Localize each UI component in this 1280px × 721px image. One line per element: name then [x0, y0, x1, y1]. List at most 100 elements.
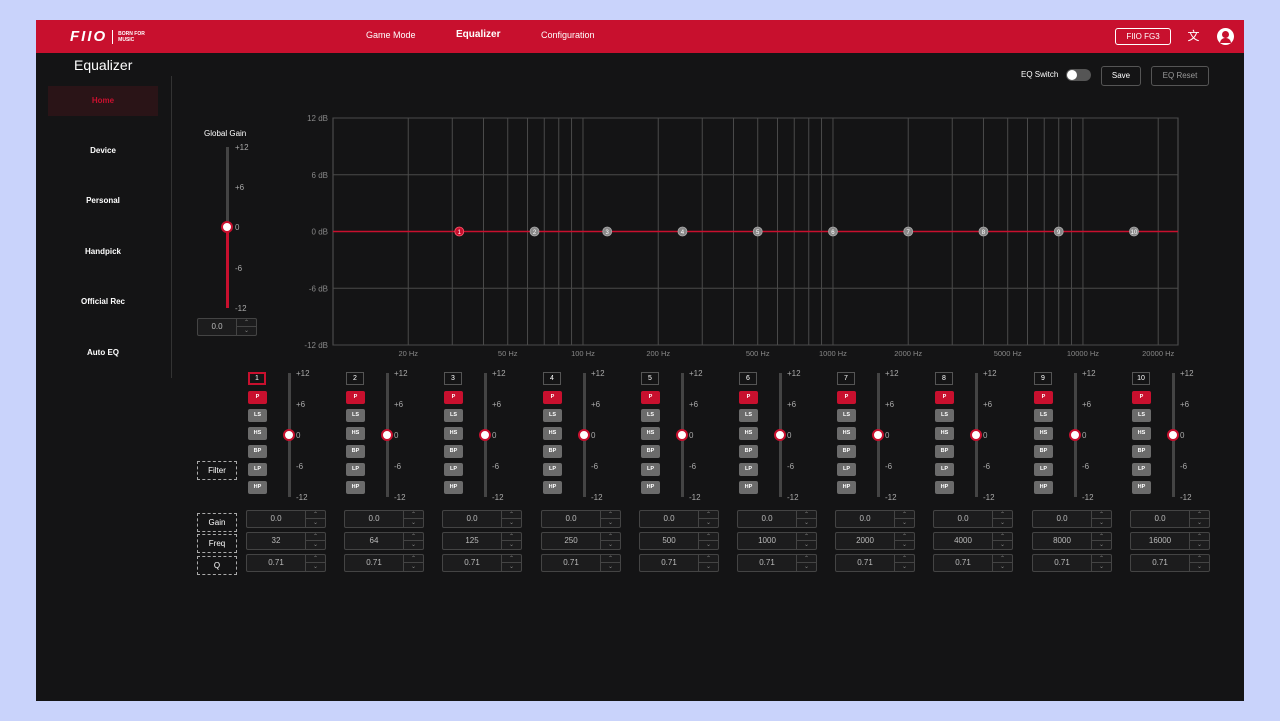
- spin-up-icon[interactable]: ⌃: [404, 533, 423, 541]
- band-gain-slider-thumb[interactable]: [1167, 429, 1179, 441]
- spin-up-icon[interactable]: ⌃: [1190, 511, 1209, 519]
- filter-hp-button[interactable]: HP: [739, 481, 758, 494]
- spin-up-icon[interactable]: ⌃: [993, 533, 1012, 541]
- spin-up-icon[interactable]: ⌃: [993, 555, 1012, 563]
- filter-p-button[interactable]: P: [346, 391, 365, 404]
- spin-down-icon[interactable]: ⌄: [404, 541, 423, 549]
- spin-down-icon[interactable]: ⌄: [895, 519, 914, 527]
- spin-up-icon[interactable]: ⌃: [404, 511, 423, 519]
- filter-bp-button[interactable]: BP: [641, 445, 660, 458]
- filter-lp-button[interactable]: LP: [739, 463, 758, 476]
- spin-up-icon[interactable]: ⌃: [699, 555, 718, 563]
- filter-hp-button[interactable]: HP: [641, 481, 660, 494]
- band-gain-slider-thumb[interactable]: [578, 429, 590, 441]
- band-gain-slider-thumb[interactable]: [872, 429, 884, 441]
- band-gain-slider-thumb[interactable]: [774, 429, 786, 441]
- band-freq-input[interactable]: 2000 ⌃ ⌄: [835, 532, 915, 550]
- spin-up-icon[interactable]: ⌃: [993, 511, 1012, 519]
- spin-up-icon[interactable]: ⌃: [797, 511, 816, 519]
- filter-hp-button[interactable]: HP: [935, 481, 954, 494]
- band-gain-input[interactable]: 0.0 ⌃ ⌄: [1130, 510, 1210, 528]
- spin-up-icon[interactable]: ⌃: [306, 533, 325, 541]
- filter-hs-button[interactable]: HS: [935, 427, 954, 440]
- spin-up-icon[interactable]: ⌃: [895, 555, 914, 563]
- spin-up-icon[interactable]: ⌃: [1190, 555, 1209, 563]
- spin-up-icon[interactable]: ⌃: [895, 533, 914, 541]
- filter-ls-button[interactable]: LS: [346, 409, 365, 422]
- spin-down-icon[interactable]: ⌄: [1092, 563, 1111, 571]
- filter-bp-button[interactable]: BP: [543, 445, 562, 458]
- spin-down-icon[interactable]: ⌄: [993, 541, 1012, 549]
- sidebar-item-handpick[interactable]: Handpick: [48, 237, 158, 267]
- filter-hs-button[interactable]: HS: [1132, 427, 1151, 440]
- spin-down-icon[interactable]: ⌄: [797, 519, 816, 527]
- spin-down-icon[interactable]: ⌄: [502, 541, 521, 549]
- filter-hp-button[interactable]: HP: [248, 481, 267, 494]
- spin-down-icon[interactable]: ⌄: [601, 519, 620, 527]
- spin-down-icon[interactable]: ⌄: [993, 519, 1012, 527]
- filter-p-button[interactable]: P: [739, 391, 758, 404]
- band-q-input[interactable]: 0.71 ⌃ ⌄: [541, 554, 621, 572]
- band-freq-input[interactable]: 64 ⌃ ⌄: [344, 532, 424, 550]
- spin-down-icon[interactable]: ⌄: [404, 519, 423, 527]
- spin-down-icon[interactable]: ⌄: [1092, 541, 1111, 549]
- filter-hs-button[interactable]: HS: [346, 427, 365, 440]
- account-icon[interactable]: [1217, 28, 1234, 45]
- band-number-8[interactable]: 8: [935, 372, 953, 385]
- band-number-7[interactable]: 7: [837, 372, 855, 385]
- filter-hs-button[interactable]: HS: [739, 427, 758, 440]
- spin-down-icon[interactable]: ⌄: [502, 563, 521, 571]
- spin-down-icon[interactable]: ⌄: [1190, 541, 1209, 549]
- sidebar-item-personal[interactable]: Personal: [48, 186, 158, 216]
- filter-ls-button[interactable]: LS: [444, 409, 463, 422]
- band-q-input[interactable]: 0.71 ⌃ ⌄: [639, 554, 719, 572]
- band-number-4[interactable]: 4: [543, 372, 561, 385]
- filter-p-button[interactable]: P: [1132, 391, 1151, 404]
- band-number-5[interactable]: 5: [641, 372, 659, 385]
- spin-up-icon[interactable]: ⌃: [699, 511, 718, 519]
- filter-ls-button[interactable]: LS: [248, 409, 267, 422]
- spin-up-icon[interactable]: ⌃: [1190, 533, 1209, 541]
- band-freq-input[interactable]: 4000 ⌃ ⌄: [933, 532, 1013, 550]
- spin-down-icon[interactable]: ⌄: [895, 563, 914, 571]
- filter-lp-button[interactable]: LP: [248, 463, 267, 476]
- filter-p-button[interactable]: P: [248, 391, 267, 404]
- band-gain-slider-thumb[interactable]: [479, 429, 491, 441]
- filter-hs-button[interactable]: HS: [248, 427, 267, 440]
- band-number-3[interactable]: 3: [444, 372, 462, 385]
- spin-down-icon[interactable]: ⌄: [699, 541, 718, 549]
- band-gain-slider-thumb[interactable]: [381, 429, 393, 441]
- band-q-input[interactable]: 0.71 ⌃ ⌄: [1032, 554, 1112, 572]
- eq-reset-button[interactable]: EQ Reset: [1151, 66, 1209, 86]
- band-number-1[interactable]: 1: [248, 372, 266, 385]
- spin-down-icon[interactable]: ⌄: [797, 563, 816, 571]
- band-q-input[interactable]: 0.71 ⌃ ⌄: [442, 554, 522, 572]
- band-freq-input[interactable]: 8000 ⌃ ⌄: [1032, 532, 1112, 550]
- spin-down-icon[interactable]: ⌄: [1190, 519, 1209, 527]
- band-q-input[interactable]: 0.71 ⌃ ⌄: [1130, 554, 1210, 572]
- filter-hp-button[interactable]: HP: [444, 481, 463, 494]
- nav-game-mode[interactable]: Game Mode: [366, 30, 416, 40]
- sidebar-item-device[interactable]: Device: [48, 136, 158, 166]
- spin-up-icon[interactable]: ⌃: [404, 555, 423, 563]
- filter-hs-button[interactable]: HS: [543, 427, 562, 440]
- spin-up-icon[interactable]: ⌃: [797, 533, 816, 541]
- filter-lp-button[interactable]: LP: [543, 463, 562, 476]
- spin-down-icon[interactable]: ⌄: [601, 541, 620, 549]
- band-number-9[interactable]: 9: [1034, 372, 1052, 385]
- band-freq-input[interactable]: 16000 ⌃ ⌄: [1130, 532, 1210, 550]
- band-gain-slider-thumb[interactable]: [676, 429, 688, 441]
- spin-up-icon[interactable]: ⌃: [1092, 511, 1111, 519]
- filter-p-button[interactable]: P: [1034, 391, 1053, 404]
- filter-lp-button[interactable]: LP: [1034, 463, 1053, 476]
- band-gain-input[interactable]: 0.0 ⌃ ⌄: [737, 510, 817, 528]
- spin-up-icon[interactable]: ⌃: [601, 555, 620, 563]
- spin-down-icon[interactable]: ⌄: [306, 563, 325, 571]
- band-q-input[interactable]: 0.71 ⌃ ⌄: [933, 554, 1013, 572]
- nav-equalizer[interactable]: Equalizer: [456, 29, 500, 40]
- filter-hp-button[interactable]: HP: [837, 481, 856, 494]
- band-gain-input[interactable]: 0.0 ⌃ ⌄: [344, 510, 424, 528]
- filter-ls-button[interactable]: LS: [935, 409, 954, 422]
- filter-ls-button[interactable]: LS: [1132, 409, 1151, 422]
- band-gain-input[interactable]: 0.0 ⌃ ⌄: [541, 510, 621, 528]
